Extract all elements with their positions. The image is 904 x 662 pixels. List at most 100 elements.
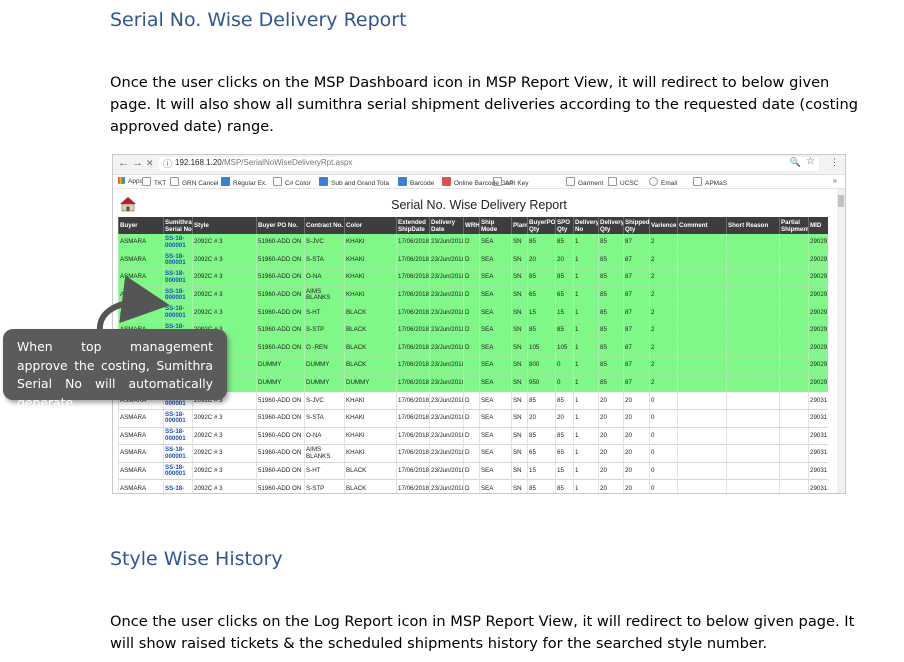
- url-field[interactable]: ⓘ 192.168.1.20/MSP/SerialNoWiseDeliveryR…: [159, 156, 819, 171]
- table-cell: SN: [511, 269, 527, 287]
- column-header[interactable]: Buyer PO No.: [256, 217, 304, 234]
- serial-no-link[interactable]: SS-18-000001: [163, 462, 187, 480]
- column-header[interactable]: Plant: [511, 217, 528, 234]
- column-header[interactable]: Partial Shipment: [779, 217, 809, 234]
- serial-no-link[interactable]: SS-18-000001: [163, 445, 187, 463]
- zoom-icon[interactable]: 🔍: [790, 157, 801, 168]
- bookmark-item[interactable]: C# Color: [273, 177, 311, 187]
- bookmark-item[interactable]: TKT: [142, 177, 166, 187]
- table-cell: 85: [598, 234, 623, 251]
- table-cell: AIMS BLANKS: [304, 445, 344, 463]
- table-row[interactable]: ASMARASS-18-0000012092C # 351960-ADD ONS…: [118, 251, 828, 270]
- bookmark-item[interactable]: UCSC: [608, 177, 638, 187]
- column-header[interactable]: Color: [344, 217, 396, 234]
- forward-arrow-icon[interactable]: →: [132, 157, 143, 169]
- browser-menu-icon[interactable]: ⋮: [830, 157, 839, 168]
- table-cell: 20: [555, 251, 573, 269]
- serial-no-link[interactable]: SS-18-: [163, 480, 187, 493]
- column-header[interactable]: Short Reason: [726, 217, 779, 234]
- bookmark-label: Regular Ex.: [233, 180, 267, 187]
- bookmark-icon: [221, 177, 230, 186]
- table-row[interactable]: ASMARASS-18-0000012092C # 351960-ADD ONS…: [118, 234, 828, 252]
- bookmark-item[interactable]: GRN Cancel: [170, 177, 218, 187]
- table-cell: [779, 462, 808, 480]
- column-header[interactable]: Delivery No: [573, 217, 599, 234]
- back-arrow-icon[interactable]: ←: [118, 157, 129, 169]
- table-row[interactable]: ASMARASS-18-0000012092C # 351960-ADD ONS…: [118, 462, 828, 481]
- scrollbar[interactable]: [837, 189, 845, 493]
- bookmark-label: UCSC: [620, 180, 639, 187]
- column-header[interactable]: Delivery Date: [429, 217, 463, 234]
- close-icon[interactable]: ✕: [146, 158, 154, 169]
- table-row[interactable]: ASMARA SS-18-000001 2092C # 3 51960-ADD ON A…: [118, 286, 828, 305]
- column-header[interactable]: Contract No.: [304, 217, 344, 234]
- column-header[interactable]: Comment: [677, 217, 726, 234]
- table-cell: 29031: [808, 445, 828, 463]
- column-header[interactable]: Buyer: [118, 217, 163, 234]
- column-header[interactable]: MID: [808, 217, 828, 234]
- bookmark-item[interactable]: Email: [649, 177, 677, 187]
- bookmark-item[interactable]: Barcode: [398, 177, 434, 187]
- table-row[interactable]: ASMARASS-18-0000012092C # 351960-ADD ONS…: [118, 409, 828, 428]
- table-cell: 2092C # 3: [192, 462, 256, 480]
- table-cell: 85: [555, 392, 573, 410]
- callout-text: When top management approve the costing,…: [17, 339, 213, 410]
- column-header[interactable]: Varience: [649, 217, 677, 234]
- table-cell: 85: [598, 357, 623, 375]
- serial-no-link[interactable]: SS-18-000001: [163, 409, 187, 427]
- table-cell: 17/06/2018: [396, 269, 429, 287]
- column-header[interactable]: Sumithra Serial No: [163, 217, 192, 234]
- table-cell: DUMMY: [256, 374, 304, 392]
- url-host: 192.168.1.20: [175, 158, 222, 167]
- column-header[interactable]: SPO Qty: [555, 217, 573, 234]
- table-cell: ASMARA: [118, 445, 163, 463]
- column-header[interactable]: Ship Mode: [479, 217, 511, 234]
- table-cell: 2: [649, 234, 677, 251]
- table-row[interactable]: ASMARASS-18-000001 2092C # 351960-ADD ONO…: [118, 269, 828, 287]
- bookmarks-more-icon[interactable]: »: [833, 176, 837, 185]
- column-header[interactable]: Delivery Qty: [598, 217, 624, 234]
- table-cell: [726, 251, 779, 269]
- table-cell: D: [463, 409, 479, 427]
- column-header[interactable]: Style: [192, 217, 256, 234]
- table-cell: KHAKI: [344, 286, 396, 304]
- star-icon[interactable]: ☆: [806, 156, 815, 167]
- bookmark-item[interactable]: Regular Ex.: [221, 177, 267, 187]
- table-cell: KHAKI: [344, 409, 396, 427]
- bookmark-item[interactable]: Garment: [566, 177, 603, 187]
- table-cell: 0: [555, 374, 573, 392]
- table-row[interactable]: ASMARA SS-18-000001 2092C # 3 51960-ADD ON A…: [118, 445, 828, 463]
- bookmark-item[interactable]: API Key: [493, 177, 528, 187]
- table-cell: 65: [527, 286, 555, 304]
- bookmark-icon: [493, 177, 502, 186]
- table-row[interactable]: ASMARASS-18-000001 2092C # 351960-ADD ONO…: [118, 427, 828, 446]
- table-cell: ASMARA: [118, 462, 163, 480]
- table-cell: 23/Jun/2018: [429, 445, 463, 463]
- column-header[interactable]: BuyerPO Qty: [527, 217, 555, 234]
- serial-no-link[interactable]: SS-18-000001: [163, 251, 187, 269]
- column-header[interactable]: WRH: [463, 217, 480, 234]
- table-cell: 1: [573, 445, 598, 463]
- table-cell: 15: [527, 462, 555, 480]
- bookmark-item[interactable]: Apps: [118, 177, 143, 185]
- table-cell: [779, 251, 808, 269]
- column-header[interactable]: Shipped Qty: [623, 217, 649, 234]
- table-row[interactable]: ASMARA SS-18- 2092C # 3 51960-ADD ON S-STP BL…: [118, 480, 828, 493]
- serial-no-link[interactable]: SS-18-000001: [163, 427, 187, 445]
- table-cell: 20: [623, 392, 649, 410]
- table-cell: ASMARA: [118, 269, 163, 287]
- table-cell: D: [463, 445, 479, 463]
- table-cell: 105: [527, 339, 555, 357]
- table-cell: 85: [598, 374, 623, 392]
- bookmark-icon: [170, 177, 179, 186]
- serial-no-link[interactable]: SS-18-000001: [163, 234, 187, 251]
- table-cell: SEA: [479, 480, 511, 493]
- table-cell: 20: [598, 462, 623, 480]
- table-cell: SN: [511, 357, 527, 375]
- table-row[interactable]: ASMARASS-18-0000012092C # 351960-ADD ONS…: [118, 304, 828, 322]
- table-cell: BLACK: [344, 480, 396, 493]
- bookmark-item[interactable]: APMaS: [693, 177, 727, 187]
- column-header[interactable]: Extended ShipDate: [396, 217, 429, 234]
- bookmark-item[interactable]: Sub and Grand Tota: [319, 177, 389, 187]
- serial-no-link[interactable]: SS-18-000001: [163, 269, 187, 287]
